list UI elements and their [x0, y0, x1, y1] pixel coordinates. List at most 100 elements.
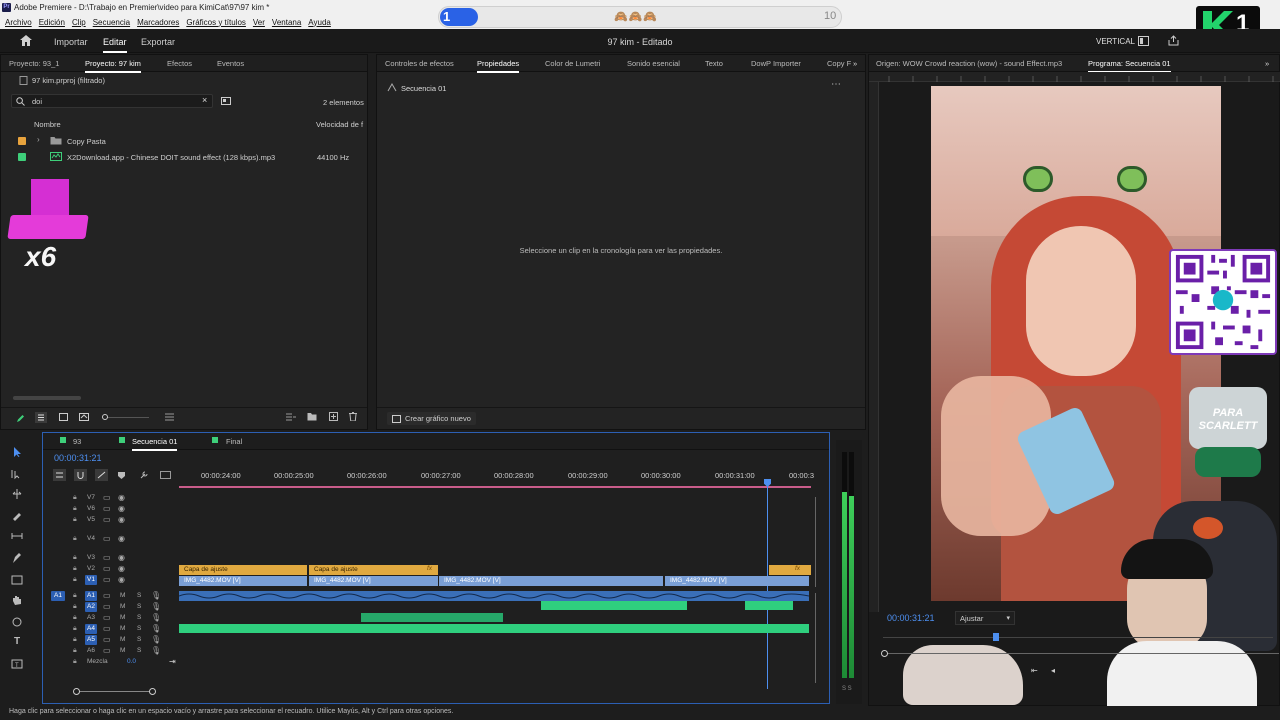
- lock-icon[interactable]: 🔒︎: [73, 554, 77, 562]
- tab-eventos[interactable]: Eventos: [217, 59, 244, 68]
- clip-adjustment-layer[interactable]: [769, 565, 811, 575]
- track-name[interactable]: V4: [87, 535, 95, 542]
- sync-icon[interactable]: ▭: [103, 602, 111, 611]
- scroll-handle-left[interactable]: [73, 688, 80, 695]
- lock-icon[interactable]: 🔒︎: [73, 494, 77, 502]
- microphone-icon[interactable]: 🎙︎: [151, 646, 161, 655]
- eye-icon[interactable]: ◉: [118, 515, 125, 524]
- eye-icon[interactable]: ◉: [118, 575, 125, 584]
- tab-controles-efectos[interactable]: Controles de efectos: [385, 59, 454, 68]
- work-area-bar[interactable]: [179, 486, 811, 488]
- track-name[interactable]: V1: [87, 576, 95, 583]
- sync-icon[interactable]: ▭: [103, 591, 111, 600]
- tab-texto[interactable]: Texto: [705, 59, 723, 68]
- tab-proyecto-97kim[interactable]: Proyecto: 97 kim: [85, 59, 141, 73]
- solo-button[interactable]: S: [137, 592, 141, 599]
- sort-icon[interactable]: [165, 413, 174, 421]
- tab-source[interactable]: Origen: WOW Crowd reaction (wow) - sound…: [876, 59, 1062, 68]
- mute-button[interactable]: M: [120, 625, 125, 632]
- freeform-view-icon[interactable]: [79, 413, 89, 421]
- menu-clip[interactable]: Clip: [72, 18, 86, 27]
- microphone-icon[interactable]: 🎙︎: [151, 602, 161, 611]
- solo-button[interactable]: S: [137, 614, 141, 621]
- hand-tool-icon[interactable]: [10, 594, 24, 606]
- track-name[interactable]: V6: [87, 505, 95, 512]
- eye-icon[interactable]: ◉: [118, 564, 125, 573]
- new-folder-icon[interactable]: [307, 412, 317, 421]
- solo-button[interactable]: S: [137, 625, 141, 632]
- new-item-icon[interactable]: [329, 412, 338, 421]
- timeline-timecode[interactable]: 00:00:31:21: [54, 453, 102, 463]
- step-back-icon[interactable]: ⇤: [1031, 666, 1038, 675]
- mute-button[interactable]: M: [120, 603, 125, 610]
- selection-tool-icon[interactable]: [10, 446, 24, 458]
- zoom-handle-left[interactable]: [881, 650, 888, 657]
- timeline-horizontal-scrollbar[interactable]: [77, 691, 155, 692]
- menu-ayuda[interactable]: Ayuda: [308, 18, 331, 27]
- track-name[interactable]: A3: [87, 614, 95, 621]
- ripple-edit-tool-icon[interactable]: [10, 488, 24, 500]
- track-name[interactable]: A1: [87, 592, 95, 599]
- pencil-icon[interactable]: [16, 414, 25, 423]
- program-playhead[interactable]: [993, 633, 999, 641]
- play-back-icon[interactable]: ◂: [1051, 666, 1055, 675]
- more-options-icon[interactable]: ⋯: [831, 79, 841, 90]
- sync-icon[interactable]: ▭: [103, 564, 111, 573]
- lock-icon[interactable]: 🔒︎: [73, 576, 77, 584]
- icon-view-icon[interactable]: [59, 413, 68, 421]
- tab-sonido-esencial[interactable]: Sonido esencial: [627, 59, 680, 68]
- label-color-swatch[interactable]: [18, 153, 26, 161]
- track-name[interactable]: V3: [87, 554, 95, 561]
- solo-button[interactable]: S: [137, 636, 141, 643]
- microphone-icon[interactable]: 🎙︎: [151, 613, 161, 622]
- sync-icon[interactable]: ▭: [103, 635, 111, 644]
- solo-button[interactable]: S: [137, 603, 141, 610]
- add-marker-icon[interactable]: [117, 471, 126, 480]
- wrench-icon[interactable]: [139, 470, 149, 480]
- track-name[interactable]: V2: [87, 565, 95, 572]
- lock-icon[interactable]: 🔒︎: [73, 565, 77, 573]
- audio-clip-a2[interactable]: [745, 601, 793, 610]
- tab-proyecto-93[interactable]: Proyecto: 93_1: [9, 59, 59, 68]
- microphone-icon[interactable]: 🎙︎: [151, 591, 161, 600]
- mute-button[interactable]: M: [120, 636, 125, 643]
- share-icon[interactable]: [1168, 35, 1179, 46]
- column-rate[interactable]: Velocidad de f: [316, 120, 363, 129]
- eye-icon[interactable]: ◉: [118, 493, 125, 502]
- solo-left-icon[interactable]: S S: [842, 686, 852, 692]
- scroll-handle-right[interactable]: [149, 688, 156, 695]
- list-item[interactable]: X2Download.app - Chinese DOIT sound effe…: [1, 149, 367, 165]
- fit-dropdown[interactable]: Ajustar ▾: [955, 611, 1015, 625]
- more-tabs-icon[interactable]: »: [853, 59, 857, 68]
- video-vertical-scrollbar[interactable]: [815, 497, 816, 587]
- solo-button[interactable]: S: [137, 647, 141, 654]
- clip-adjustment-layer[interactable]: Capa de ajuste: [309, 565, 438, 575]
- more-tabs-icon[interactable]: »: [1265, 59, 1269, 68]
- program-scrubber-track[interactable]: [883, 637, 1273, 638]
- lock-icon[interactable]: 🔒︎: [73, 505, 77, 513]
- menu-ventana[interactable]: Ventana: [272, 18, 301, 27]
- tab-dowp-importer[interactable]: DowP Importer: [751, 59, 801, 68]
- tab-program[interactable]: Programa: Secuencia 01: [1088, 59, 1171, 73]
- label-color-swatch[interactable]: [18, 137, 26, 145]
- search-input[interactable]: doi: [32, 97, 42, 106]
- eye-icon[interactable]: ◉: [118, 553, 125, 562]
- clip-video[interactable]: IMG_4482.MOV [V]: [179, 576, 307, 586]
- menu-archivo[interactable]: Archivo: [5, 18, 32, 27]
- lock-icon[interactable]: 🔒︎: [73, 647, 77, 655]
- type-tool-icon[interactable]: T: [10, 636, 24, 648]
- audio-vertical-scrollbar[interactable]: [815, 593, 816, 683]
- sync-icon[interactable]: ▭: [103, 624, 111, 633]
- lock-icon[interactable]: 🔒︎: [73, 636, 77, 644]
- eye-icon[interactable]: ◉: [118, 504, 125, 513]
- expand-arrow-icon[interactable]: ›: [37, 135, 40, 144]
- eye-icon[interactable]: ◉: [118, 534, 125, 543]
- tab-lumetri[interactable]: Color de Lumetri: [545, 59, 600, 68]
- panel-layout-icon[interactable]: [1138, 36, 1149, 46]
- menu-marcadores[interactable]: Marcadores: [137, 18, 179, 27]
- track-select-tool-icon[interactable]: [10, 468, 24, 480]
- tab-propiedades[interactable]: Propiedades: [477, 59, 520, 73]
- lock-icon[interactable]: 🔒︎: [73, 603, 77, 611]
- menu-graficos[interactable]: Gráficos y títulos: [186, 18, 246, 27]
- razor-tool-icon[interactable]: [10, 510, 24, 522]
